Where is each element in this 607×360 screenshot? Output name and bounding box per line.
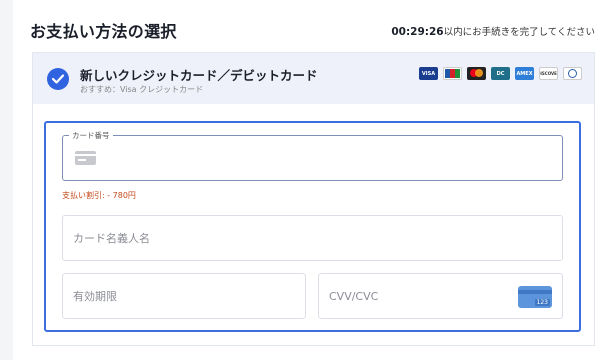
- discover-logo-icon: DISCOVER: [539, 67, 558, 80]
- card-number-label: カード番号: [69, 130, 113, 141]
- payment-discount-text: 支払い割引: - 780円: [62, 191, 136, 200]
- card-number-field[interactable]: カード番号: [62, 130, 563, 181]
- method-subtitle: おすすめ：Visa クレジットカード: [80, 85, 204, 94]
- page-title: お支払い方法の選択: [30, 22, 177, 41]
- credit-card-icon: [75, 151, 96, 165]
- mastercard-logo-icon: [467, 67, 486, 80]
- session-timer: 00:29:26以内にお手続きを完了してください: [391, 24, 595, 38]
- visa-logo-icon: VISA: [419, 67, 438, 80]
- jcb-logo-icon: [443, 67, 462, 80]
- timer-value: 00:29:26: [391, 26, 444, 38]
- cvv-field[interactable]: 123: [318, 273, 563, 319]
- diners-logo-icon: [563, 67, 582, 80]
- method-title: 新しいクレジットカード／デビットカード: [80, 68, 318, 83]
- card-holder-input[interactable]: [63, 216, 562, 260]
- card-brand-logos: VISA DC AMEX DISCOVER: [419, 67, 582, 80]
- timer-suffix: 以内にお手続きを完了してください: [443, 27, 595, 38]
- check-circle-icon[interactable]: [47, 68, 69, 90]
- expiry-field[interactable]: [62, 273, 306, 319]
- cvv-card-icon: 123: [518, 286, 552, 308]
- card-form: カード番号 支払い割引: - 780円 123: [44, 121, 581, 332]
- cvv-icon-number: 123: [534, 299, 550, 306]
- card-number-input[interactable]: [63, 136, 562, 180]
- card-holder-field[interactable]: [62, 215, 563, 261]
- expiry-input[interactable]: [63, 274, 305, 318]
- amex-logo-icon: AMEX: [515, 67, 534, 80]
- payment-method-option[interactable]: 新しいクレジットカード／デビットカード おすすめ：Visa クレジットカード V…: [32, 52, 595, 104]
- diners-club-logo-icon: DC: [491, 67, 510, 80]
